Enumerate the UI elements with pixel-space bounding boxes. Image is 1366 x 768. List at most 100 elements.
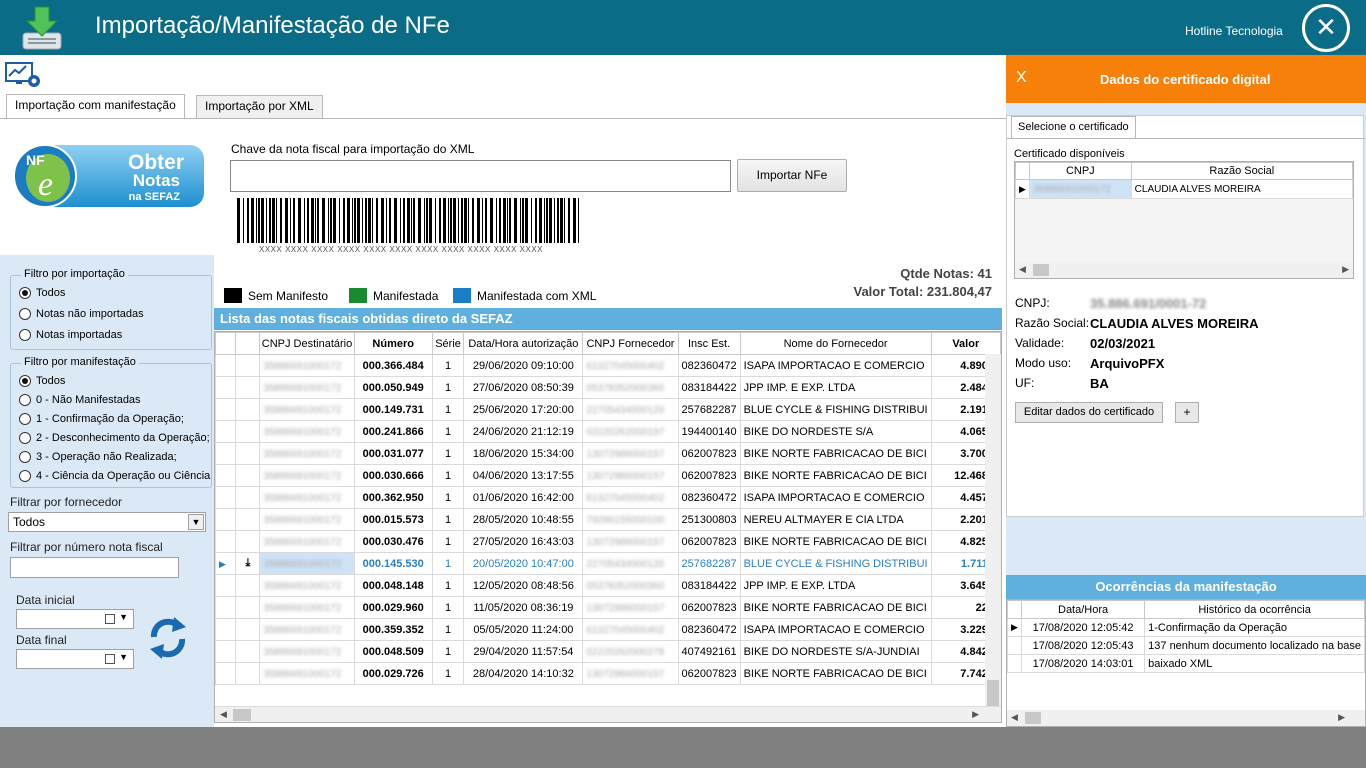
serie-cell: 1	[431, 596, 465, 619]
radio-icon[interactable]	[19, 329, 31, 341]
close-button[interactable]: ✕	[1302, 4, 1350, 52]
supplier-select[interactable]: Todos ▼	[8, 512, 206, 532]
tab-select-certificate[interactable]: Selecione o certificado	[1011, 116, 1136, 138]
nome-cell: BIKE NORTE FABRICACAO DE BICI	[739, 464, 932, 487]
grid-col-valor[interactable]: Valor	[930, 332, 1001, 355]
scroll-left-icon[interactable]: ◀	[1019, 264, 1026, 275]
date-start-picker[interactable]: ▼	[16, 609, 134, 629]
grid-horizontal-scrollbar[interactable]: ◀ ▶	[215, 706, 1001, 722]
radio-icon[interactable]	[19, 308, 31, 320]
table-row[interactable]: 35886691000172 000.048.148 1 12/05/2020 08:…	[215, 574, 1001, 597]
table-row[interactable]: 35886691000172 000.366.484 1 29/06/2020 09:…	[215, 354, 1001, 377]
edit-certificate-button[interactable]: Editar dados do certificado	[1015, 402, 1163, 423]
obtain-notes-sefaz-button[interactable]: NF e Obter Notas na SEFAZ	[12, 143, 206, 209]
manifest-filter-1[interactable]: 1 - Confirmação da Operação;	[19, 413, 184, 425]
table-row[interactable]: 35886691000172 000.030.666 1 04/06/2020 13:…	[215, 464, 1001, 487]
manifest-filter-0[interactable]: 0 - Não Manifestadas	[19, 394, 141, 406]
barcode-bar	[269, 198, 271, 243]
occurrences-grid[interactable]: Data/Hora Histórico da ocorrência ▶ 17/0…	[1006, 599, 1366, 727]
table-row[interactable]: 35886691000172 000.149.731 1 25/06/2020 17:…	[215, 398, 1001, 421]
radio-icon[interactable]	[19, 413, 31, 425]
scroll-thumb[interactable]	[1025, 712, 1041, 724]
scroll-right-icon[interactable]: ▶	[1338, 712, 1345, 723]
table-row[interactable]: 35886691000172 000.048.509 1 29/04/2020 11:…	[215, 640, 1001, 663]
manifest-filter-3[interactable]: 3 - Operação não Realizada;	[19, 451, 177, 463]
table-row[interactable]: 35886691000172 000.362.950 1 01/06/2020 16:…	[215, 486, 1001, 509]
cert-close-button[interactable]: X	[1016, 69, 1027, 87]
scroll-right-icon[interactable]: ▶	[972, 709, 979, 720]
grid-col-action[interactable]	[235, 332, 261, 355]
chevron-down-icon[interactable]: ▼	[119, 652, 128, 662]
occ-horizontal-scrollbar[interactable]: ◀ ▶	[1007, 710, 1365, 726]
radio-icon[interactable]	[19, 451, 31, 463]
occ-col-history[interactable]: Histórico da ocorrência	[1144, 600, 1365, 619]
manifest-filter-2[interactable]: 2 - Desconhecimento da Operação;	[19, 432, 210, 444]
grid-col-cnpj-dest[interactable]: CNPJ Destinatário	[259, 332, 355, 355]
manifest-filter-4[interactable]: 4 - Ciência da Operação ou Ciência	[19, 470, 210, 482]
table-row[interactable]: ▶ 17/08/2020 12:05:42 1-Confirmação da O…	[1007, 618, 1365, 637]
table-row[interactable]: 35886691000172 000.029.960 1 11/05/2020 08:…	[215, 596, 1001, 619]
import-nfe-button[interactable]: Importar NFe	[737, 159, 847, 192]
grid-col-cnpj-forn[interactable]: CNPJ Fornecedor	[582, 332, 679, 355]
scroll-thumb[interactable]	[233, 709, 251, 721]
scroll-left-icon[interactable]: ◀	[1011, 712, 1018, 723]
chevron-down-icon[interactable]: ▼	[119, 612, 128, 622]
calendar-icon[interactable]	[105, 614, 115, 624]
barcode-bar	[535, 198, 537, 243]
row-indicator	[215, 420, 237, 443]
table-row[interactable]: ▶ ⤓ 35886691000172 000.145.530 1 20/05/2020 1…	[215, 552, 1001, 575]
table-row[interactable]: 35886691000172 000.030.476 1 27/05/2020 16:…	[215, 530, 1001, 553]
manifest-filter-all[interactable]: Todos	[19, 375, 65, 387]
scroll-thumb[interactable]	[987, 680, 999, 706]
key-input[interactable]	[230, 160, 731, 192]
cert-col-cnpj[interactable]: CNPJ	[1028, 162, 1132, 180]
tab-import-by-xml[interactable]: Importação por XML	[196, 95, 323, 118]
table-row[interactable]: 35886691000172 000.015.573 1 28/05/2020 10:…	[215, 508, 1001, 531]
date-end-picker[interactable]: ▼	[16, 649, 134, 669]
table-row[interactable]: 35886691000172 000.359.352 1 05/05/2020 11:…	[215, 618, 1001, 641]
add-certificate-button[interactable]: +	[1175, 402, 1199, 423]
calendar-icon[interactable]	[105, 654, 115, 664]
grid-vertical-scrollbar[interactable]	[985, 354, 1001, 706]
barcode-bar	[424, 198, 425, 243]
table-row[interactable]: 17/08/2020 12:05:43 137 nenhum documento…	[1007, 636, 1365, 655]
occ-col-datetime[interactable]: Data/Hora	[1020, 600, 1146, 619]
import-filter-imported[interactable]: Notas importadas	[19, 329, 122, 341]
radio-icon[interactable]	[19, 432, 31, 444]
import-filter-not-imported[interactable]: Notas não importadas	[19, 308, 144, 320]
monitor-settings-icon[interactable]	[4, 59, 42, 89]
import-filter-all[interactable]: Todos	[19, 287, 65, 299]
chevron-down-icon[interactable]: ▼	[188, 514, 204, 530]
table-row[interactable]: 35886691000172 000.241.866 1 24/06/2020 21:…	[215, 420, 1001, 443]
table-row[interactable]: 17/08/2020 14:03:01 baixado XML	[1007, 654, 1365, 673]
table-row[interactable]: 35886691000172 000.050.949 1 27/06/2020 08:…	[215, 376, 1001, 399]
radio-icon[interactable]	[19, 470, 31, 482]
table-row[interactable]: ▶ 35886691000172 CLAUDIA ALVES MOREIRA	[1015, 179, 1354, 199]
numero-cell: 000.359.352	[353, 618, 433, 641]
radio-icon[interactable]	[19, 375, 31, 387]
cert-col-razao[interactable]: Razão Social	[1130, 162, 1354, 180]
table-row[interactable]: 35886691000172 000.029.726 1 28/04/2020 14:…	[215, 662, 1001, 685]
radio-icon[interactable]	[19, 287, 31, 299]
nome-cell: NEREU ALTMAYER E CIA LTDA	[739, 508, 932, 531]
cert-horizontal-scrollbar[interactable]: ◀ ▶	[1015, 262, 1353, 278]
grid-col-ie[interactable]: Insc Est.	[677, 332, 741, 355]
grid-col-numero[interactable]: Número	[353, 332, 433, 355]
cert-grid[interactable]: CNPJ Razão Social ▶ 35886691000172 CLAUD…	[1014, 161, 1354, 279]
grid-col-indicator[interactable]	[215, 332, 237, 355]
grid-col-nome[interactable]: Nome do Fornecedor	[739, 332, 932, 355]
scroll-thumb[interactable]	[1033, 264, 1049, 276]
radio-icon[interactable]	[19, 394, 31, 406]
tab-import-with-manifest[interactable]: Importação com manifestação	[6, 94, 185, 118]
refresh-icon[interactable]	[146, 615, 190, 661]
grid-col-data[interactable]: Data/Hora autorização	[463, 332, 584, 355]
download-xml-icon[interactable]: ⤓	[245, 557, 250, 569]
cnpj-dest-cell: 35886691000172	[259, 508, 355, 531]
serie-cell: 1	[431, 486, 465, 509]
number-filter-input[interactable]	[10, 557, 179, 578]
table-row[interactable]: 35886691000172 000.031.077 1 18/06/2020 15:…	[215, 442, 1001, 465]
scroll-left-icon[interactable]: ◀	[220, 709, 227, 720]
scroll-right-icon[interactable]: ▶	[1342, 264, 1349, 275]
grid-col-serie[interactable]: Série	[431, 332, 465, 355]
notes-grid[interactable]: CNPJ Destinatário Número Série Data/Hora au…	[214, 331, 1002, 723]
